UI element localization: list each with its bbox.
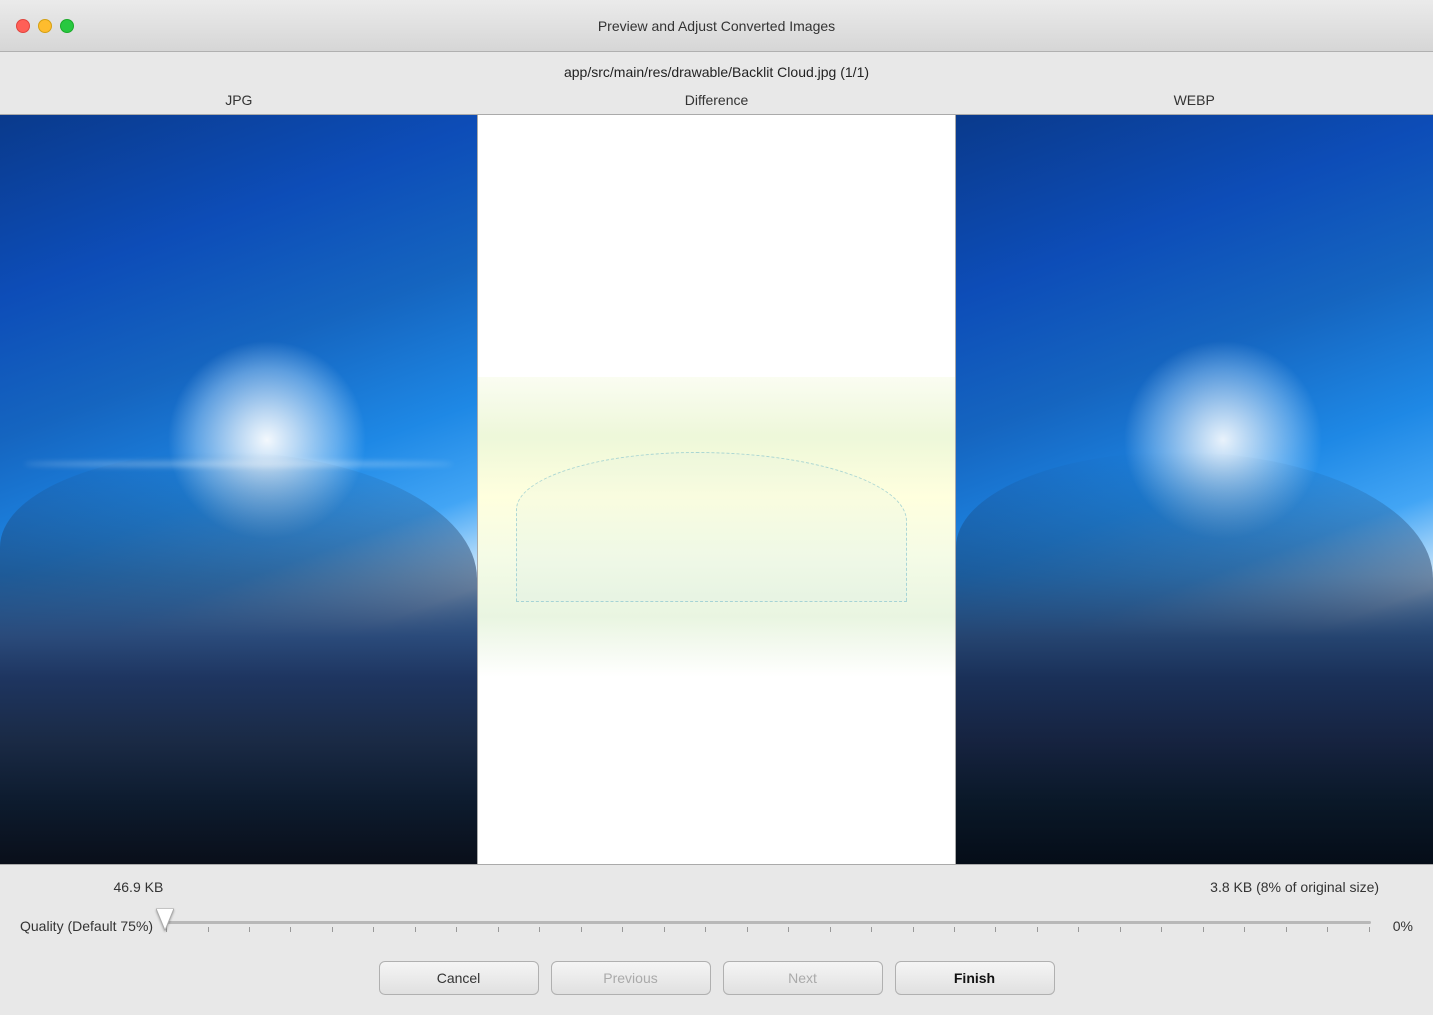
quality-percent-label: 0% xyxy=(1383,918,1413,934)
diff-cloud-outline xyxy=(516,452,907,602)
tick-8 xyxy=(498,927,499,932)
jpg-size-label: 46.9 KB xyxy=(20,879,717,895)
footer-area: 46.9 KB 3.8 KB (8% of original size) Qua… xyxy=(0,865,1433,1015)
quality-slider-container xyxy=(165,911,1371,941)
quality-row: Quality (Default 75%) xyxy=(20,907,1413,945)
jpg-cloud-edge xyxy=(24,461,453,467)
diff-column-header: Difference xyxy=(478,88,956,114)
webp-size-label: 3.8 KB (8% of original size) xyxy=(717,879,1414,895)
diff-top xyxy=(478,115,955,415)
tick-24 xyxy=(1161,927,1162,932)
file-path-label: app/src/main/res/drawable/Backlit Cloud.… xyxy=(0,52,1433,88)
main-content: app/src/main/res/drawable/Backlit Cloud.… xyxy=(0,52,1433,1015)
tick-14 xyxy=(747,927,748,932)
tick-5 xyxy=(373,927,374,932)
webp-cloud-mass xyxy=(956,452,1433,864)
tick-10 xyxy=(581,927,582,932)
tick-4 xyxy=(332,927,333,932)
tick-16 xyxy=(830,927,831,932)
close-button[interactable] xyxy=(16,19,30,33)
webp-panel xyxy=(956,115,1433,864)
tick-18 xyxy=(913,927,914,932)
buttons-row: Cancel Previous Next Finish xyxy=(20,953,1413,1005)
jpg-column-header: JPG xyxy=(0,88,478,114)
jpg-panel xyxy=(0,115,478,864)
tick-23 xyxy=(1120,927,1121,932)
tick-27 xyxy=(1286,927,1287,932)
tick-17 xyxy=(871,927,872,932)
tick-13 xyxy=(705,927,706,932)
tick-21 xyxy=(1037,927,1038,932)
tick-28 xyxy=(1327,927,1328,932)
tick-9 xyxy=(539,927,540,932)
window-title: Preview and Adjust Converted Images xyxy=(598,18,835,34)
jpg-cloud-mass xyxy=(0,452,477,864)
previous-button[interactable]: Previous xyxy=(551,961,711,995)
slider-thumb-icon xyxy=(156,909,174,931)
quality-slider-thumb[interactable] xyxy=(156,909,174,936)
quality-label: Quality (Default 75%) xyxy=(20,918,153,934)
tick-6 xyxy=(415,927,416,932)
size-row: 46.9 KB 3.8 KB (8% of original size) xyxy=(20,875,1413,899)
tick-25 xyxy=(1203,927,1204,932)
tick-3 xyxy=(290,927,291,932)
title-bar: Preview and Adjust Converted Images xyxy=(0,0,1433,52)
tick-29 xyxy=(1369,927,1370,932)
tick-15 xyxy=(788,927,789,932)
diff-panel xyxy=(478,115,956,864)
finish-button[interactable]: Finish xyxy=(895,961,1055,995)
tick-12 xyxy=(664,927,665,932)
tick-7 xyxy=(456,927,457,932)
columns-header: JPG Difference WEBP xyxy=(0,88,1433,114)
image-panels xyxy=(0,114,1433,865)
tick-19 xyxy=(954,927,955,932)
tick-1 xyxy=(208,927,209,932)
minimize-button[interactable] xyxy=(38,19,52,33)
tick-2 xyxy=(249,927,250,932)
maximize-button[interactable] xyxy=(60,19,74,33)
webp-column-header: WEBP xyxy=(955,88,1433,114)
webp-image xyxy=(956,115,1433,864)
jpg-image xyxy=(0,115,477,864)
tick-11 xyxy=(622,927,623,932)
tick-26 xyxy=(1244,927,1245,932)
tick-20 xyxy=(995,927,996,932)
tick-22 xyxy=(1078,927,1079,932)
diff-image xyxy=(478,115,955,864)
cancel-button[interactable]: Cancel xyxy=(379,961,539,995)
window-controls xyxy=(16,19,74,33)
next-button[interactable]: Next xyxy=(723,961,883,995)
